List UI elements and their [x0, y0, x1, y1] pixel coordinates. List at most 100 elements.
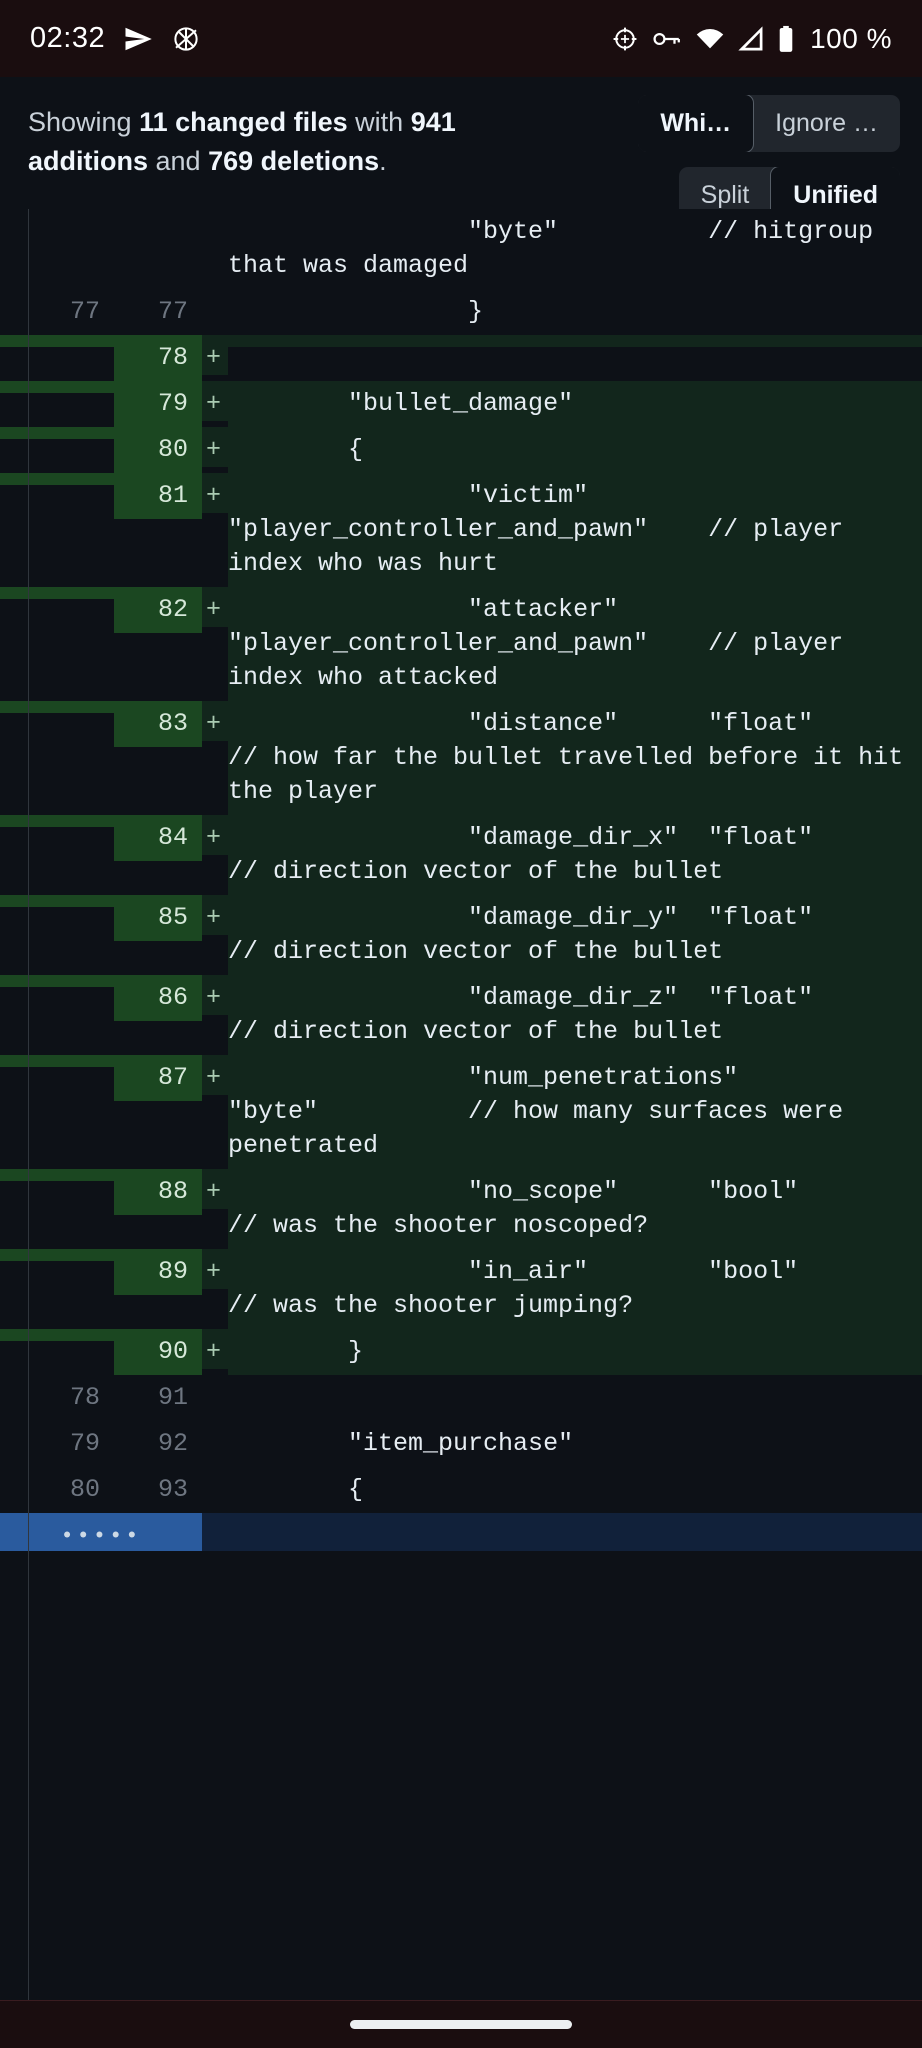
status-bar: 02:32 100 % — [0, 0, 922, 77]
diff-marker: + — [202, 381, 228, 421]
diff-code-line: "no_scope" "bool" // was the shooter nos… — [228, 1169, 922, 1249]
old-line-number — [0, 701, 114, 713]
diff-line-row[interactable]: 83 + "distance" "float" // how far the bu… — [0, 701, 922, 815]
new-line-number: 82 — [114, 587, 202, 633]
new-line-number: 77 — [114, 289, 202, 335]
old-line-number — [0, 587, 114, 599]
diff-line-row[interactable]: 90 + } — [0, 1329, 922, 1375]
diff-marker: + — [202, 701, 228, 741]
diff-marker: + — [202, 1329, 228, 1369]
send-icon — [123, 24, 153, 54]
old-line-number — [0, 895, 114, 907]
new-line-number: 92 — [114, 1421, 202, 1467]
expand-context-filler — [202, 1513, 922, 1551]
diff-line-row[interactable]: 85 + "damage_dir_y" "float" // direction … — [0, 895, 922, 975]
diff-body[interactable]: "byte" // hitgroup that was damaged 77 77 … — [0, 209, 922, 2000]
diff-line-row[interactable]: "byte" // hitgroup that was damaged — [0, 209, 922, 289]
diff-marker: + — [202, 473, 228, 513]
new-line-number: 81 — [114, 473, 202, 519]
diff-code-line: "victim" "player_controller_and_pawn" //… — [228, 473, 922, 587]
diff-line-row[interactable]: 79 + "bullet_damage" — [0, 381, 922, 427]
whitespace-toggle-group: Whi… Ignore … — [638, 95, 900, 152]
summary-files-count: 11 changed files — [139, 107, 348, 137]
summary-and: and — [148, 146, 209, 177]
diff-marker: + — [202, 1055, 228, 1095]
wifi-icon — [695, 26, 725, 52]
diff-line-row[interactable]: 82 + "attacker" "player_controller_and_pa… — [0, 587, 922, 701]
expand-context-button[interactable]: ••••• — [0, 1513, 202, 1551]
diff-line-row[interactable]: 78 91 — [0, 1375, 922, 1421]
diff-code-line: "damage_dir_y" "float" // direction vect… — [228, 895, 922, 975]
status-bar-right: 100 % — [611, 23, 892, 55]
old-line-number — [0, 209, 114, 221]
diff-summary: Showing 11 changed files with 941 additi… — [28, 103, 498, 181]
old-line-number: 78 — [0, 1375, 114, 1421]
android-navigation-bar — [0, 2000, 922, 2048]
new-line-number: 84 — [114, 815, 202, 861]
diff-line-row[interactable]: 87 + "num_penetrations" "byte" // how man… — [0, 1055, 922, 1169]
diff-line-row[interactable]: 77 77 } — [0, 289, 922, 335]
diff-marker: + — [202, 335, 228, 375]
diff-code-line: "item_purchase" — [228, 1421, 922, 1467]
old-line-number — [0, 473, 114, 485]
new-line-number: 85 — [114, 895, 202, 941]
new-line-number — [114, 209, 202, 221]
new-line-number: 88 — [114, 1169, 202, 1215]
diff-code-line: "attacker" "player_controller_and_pawn" … — [228, 587, 922, 701]
diff-marker: + — [202, 895, 228, 935]
diff-marker: + — [202, 815, 228, 855]
battery-icon — [777, 25, 795, 53]
diff-marker — [202, 1375, 228, 1381]
battery-percent: 100 % — [810, 22, 892, 54]
diff-code-line: "distance" "float" // how far the bullet… — [228, 701, 922, 815]
new-line-number: 86 — [114, 975, 202, 1021]
diff-line-row[interactable]: 84 + "damage_dir_x" "float" // direction … — [0, 815, 922, 895]
diff-line-row[interactable]: 78 + — [0, 335, 922, 381]
old-line-number: 79 — [0, 1421, 114, 1467]
home-gesture-pill[interactable] — [350, 2020, 572, 2029]
old-line-number — [0, 1055, 114, 1067]
diff-line-row[interactable]: 88 + "no_scope" "bool" // was the shooter… — [0, 1169, 922, 1249]
new-line-number: 93 — [114, 1467, 202, 1513]
ignore-whitespace-button[interactable]: Ignore … — [753, 95, 900, 152]
diff-line-row[interactable]: 89 + "in_air" "bool" // was the shooter j… — [0, 1249, 922, 1329]
diff-code-line: { — [228, 1467, 922, 1513]
old-line-number — [0, 1249, 114, 1261]
diff-code-line: { — [228, 427, 922, 473]
old-line-number — [0, 427, 114, 439]
diff-line-row[interactable]: 80 + { — [0, 427, 922, 473]
diff-marker — [202, 209, 228, 215]
expand-context-row[interactable]: ••••• — [0, 1513, 922, 1551]
diff-marker: + — [202, 975, 228, 1015]
new-line-number: 87 — [114, 1055, 202, 1101]
summary-with: with — [347, 107, 411, 137]
diff-line-row[interactable]: 79 92 "item_purchase" — [0, 1421, 922, 1467]
new-line-number: 83 — [114, 701, 202, 747]
whitespace-button[interactable]: Whi… — [638, 95, 755, 152]
diff-marker: + — [202, 1249, 228, 1289]
diff-code-line: } — [228, 1329, 922, 1375]
diff-line-row[interactable]: 80 93 { — [0, 1467, 922, 1513]
new-line-number: 90 — [114, 1329, 202, 1375]
signal-icon — [738, 25, 764, 52]
old-line-number — [0, 381, 114, 393]
old-line-number — [0, 815, 114, 827]
diff-marker — [202, 1421, 228, 1427]
location-crosshair-icon — [611, 25, 639, 53]
old-line-number — [0, 335, 114, 347]
summary-suffix: . — [379, 146, 387, 177]
diff-marker: + — [202, 1169, 228, 1209]
diff-marker: + — [202, 427, 228, 467]
diff-line-row[interactable]: 81 + "victim" "player_controller_and_pawn… — [0, 473, 922, 587]
diff-code-line — [228, 1375, 922, 1387]
diff-line-row[interactable]: 86 + "damage_dir_z" "float" // direction … — [0, 975, 922, 1055]
diff-code-line: "damage_dir_x" "float" // direction vect… — [228, 815, 922, 895]
new-line-number: 89 — [114, 1249, 202, 1295]
diff-header: Showing 11 changed files with 941 additi… — [0, 77, 922, 224]
diff-code-line: "byte" // hitgroup that was damaged — [228, 209, 922, 289]
diff-code-line: } — [228, 289, 922, 335]
old-line-number — [0, 1169, 114, 1181]
anarchy-icon — [171, 24, 201, 54]
clock: 02:32 — [30, 22, 106, 54]
status-bar-left: 02:32 — [30, 22, 201, 55]
